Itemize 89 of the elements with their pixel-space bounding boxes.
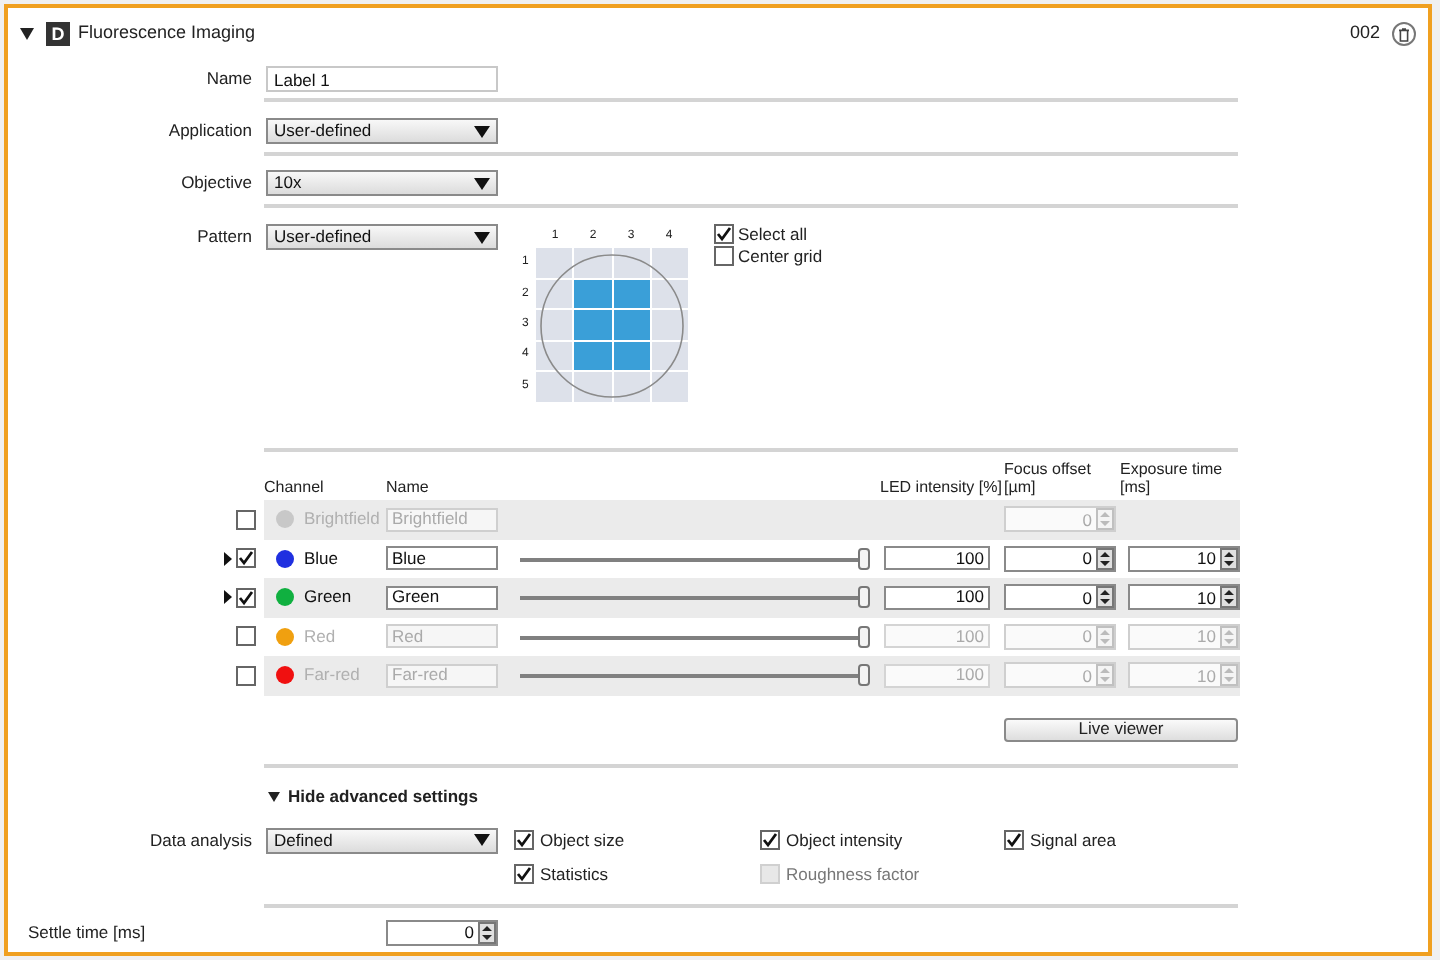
channel-name: Blue [304,545,339,572]
spinner-arrows-icon[interactable] [1096,586,1114,609]
well-grid-cell[interactable] [651,341,688,371]
led-intensity-field[interactable]: 100 [884,585,990,610]
channel-name: Red [304,623,336,650]
name-field[interactable]: Blue [386,546,498,571]
well-grid-cell[interactable] [613,279,650,309]
checkbox[interactable] [714,224,734,244]
caret-icon [474,125,490,137]
checkbox-label: Center grid [738,247,823,265]
checkbox-label: Object intensity [786,829,903,849]
well-grid-cell[interactable] [651,279,688,309]
spinner-arrows-icon[interactable] [478,921,496,943]
checkbox-label: Select all [738,225,807,243]
well-grid-cell[interactable] [613,372,650,402]
expand-arrow-icon[interactable] [224,551,232,566]
settle-time-field[interactable]: 0 [386,919,498,945]
well-grid-cell[interactable] [613,310,650,340]
module-title: Fluorescence Imaging [78,20,256,47]
well-grid-cell[interactable] [651,310,688,340]
spinner-arrows-icon[interactable] [1220,586,1238,609]
caret-icon [268,792,280,802]
well-outline-circle [540,253,684,397]
field-label: Settle time [ms] [28,919,148,945]
checkbox[interactable] [514,863,534,883]
slider-thumb[interactable] [858,547,870,570]
live-viewer-button[interactable]: Live viewer [1004,717,1238,741]
caret-icon [474,231,490,243]
led-intensity-field[interactable]: 100 [884,546,990,571]
checkbox-label: Statistics [540,863,609,883]
column-header: Exposure time [ms] [1120,460,1225,496]
text-field[interactable]: Label 1 [266,66,498,92]
collapse-toggle[interactable] [18,26,34,42]
well-grid-cell[interactable] [536,310,573,340]
checkbox[interactable] [236,587,256,608]
channel-name: Brightfield [304,506,380,533]
well-grid-cell[interactable] [613,341,650,371]
dropdown[interactable]: 10x [266,170,498,196]
dropdown[interactable]: Defined [266,827,498,853]
trash-icon [1398,27,1410,41]
checkbox[interactable] [760,829,780,849]
well-grid-cell[interactable] [536,372,573,402]
well-grid-cell[interactable] [651,248,688,278]
checkbox-label: Signal area [1030,829,1117,849]
caret-icon [474,834,490,846]
well-grid-cell[interactable] [651,372,688,402]
column-header: Name [386,478,431,496]
field-label: Data analysis [147,827,252,853]
well-grid-cell[interactable] [536,248,573,278]
column-header: Channel [264,478,326,496]
well-grid-cell[interactable] [574,310,611,340]
field-label: Application [166,118,252,144]
field-label: Pattern [195,224,252,250]
well-grid-cell[interactable] [574,372,611,402]
well-grid-cell[interactable] [536,341,573,371]
channel-name: Green [304,584,352,611]
well-grid-cell[interactable] [536,279,573,309]
expand-arrow-icon[interactable] [224,590,232,605]
dropdown[interactable]: User-defined [266,224,498,250]
field-label: Name [204,66,252,92]
exposure-time-field[interactable]: 10 [1128,584,1240,611]
checkbox[interactable] [714,246,734,266]
module-number: 002 [1349,20,1380,47]
checkbox[interactable] [1004,829,1024,849]
focus-offset-field[interactable]: 0 [1004,584,1116,611]
caret-icon [19,28,33,40]
column-header: Focus offset [µm] [1004,460,1093,496]
module-badge: D [46,22,70,46]
focus-offset-field[interactable]: 0 [1004,545,1116,572]
well-grid-cell[interactable] [613,248,650,278]
spinner-arrows-icon[interactable] [1220,547,1238,570]
field-label: Objective [179,170,252,196]
column-header: LED intensity [%] [880,478,1004,496]
exposure-time-field[interactable]: 10 [1128,545,1240,572]
checkbox[interactable] [514,829,534,849]
spinner-arrows-icon[interactable] [1096,547,1114,570]
advanced-settings-toggle[interactable]: Hide advanced settings [268,784,478,810]
name-field[interactable]: Green [386,585,498,610]
checkbox-label: Roughness factor [786,863,920,883]
well-grid-cell[interactable] [574,248,611,278]
delete-button[interactable] [1392,22,1416,46]
checkbox-label: Object size [540,829,625,849]
slider-thumb[interactable] [858,586,870,609]
well-grid-cell[interactable] [574,279,611,309]
dropdown[interactable]: User-defined [266,118,498,144]
well-grid-cell[interactable] [574,341,611,371]
channel-name: Far-red [304,662,360,689]
checkbox[interactable] [236,548,256,569]
caret-icon [474,177,490,189]
